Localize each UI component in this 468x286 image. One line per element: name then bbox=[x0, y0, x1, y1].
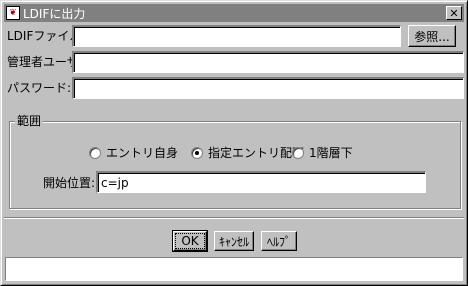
scope-group bbox=[9, 121, 461, 209]
separator bbox=[4, 217, 464, 219]
cancel-button[interactable]: ｷｬﾝｾﾙ bbox=[214, 231, 254, 251]
radio-label: 指定エントリ配下 bbox=[208, 146, 305, 160]
radio-one-level[interactable]: 1階層下 bbox=[292, 144, 353, 161]
radio-subtree[interactable]: 指定エントリ配下 bbox=[191, 144, 304, 161]
radio-label: 1階層下 bbox=[309, 146, 353, 160]
radio-circle[interactable] bbox=[89, 146, 101, 159]
title-bar[interactable]: ❦ LDIFに出力 ✕ bbox=[4, 4, 464, 22]
admin-user-input[interactable] bbox=[72, 51, 464, 73]
start-position-label: 開始位置: bbox=[42, 176, 95, 190]
help-button[interactable]: ﾍﾙﾌﾟ bbox=[261, 231, 297, 251]
start-position-input[interactable]: c=jp bbox=[96, 171, 426, 193]
admin-user-label: 管理者ユーザ: bbox=[7, 55, 83, 69]
radio-selected-dot bbox=[195, 150, 199, 155]
close-icon: ✕ bbox=[449, 6, 459, 20]
radio-circle[interactable] bbox=[292, 146, 304, 159]
radio-self-entry[interactable]: エントリ自身 bbox=[89, 144, 178, 161]
browse-button[interactable]: 参照... bbox=[408, 25, 456, 47]
ldif-file-label: LDIFファイル名: bbox=[7, 29, 98, 43]
status-bar bbox=[5, 257, 463, 281]
ok-button-label: OK bbox=[175, 233, 205, 249]
ldif-file-input[interactable] bbox=[72, 25, 401, 47]
ldif-export-dialog: ❦ LDIFに出力 ✕ LDIFファイル名: 参照... 管理者ユーザ: パスワ… bbox=[0, 0, 468, 286]
password-label: パスワード: bbox=[7, 81, 72, 95]
app-icon: ❦ bbox=[6, 6, 20, 20]
browse-button-label: 参照... bbox=[414, 29, 450, 44]
radio-circle[interactable] bbox=[191, 146, 203, 159]
help-button-label: ﾍﾙﾌﾟ bbox=[266, 234, 291, 249]
close-button[interactable]: ✕ bbox=[446, 6, 462, 20]
cancel-button-label: ｷｬﾝｾﾙ bbox=[218, 234, 249, 249]
window-title: LDIFに出力 bbox=[23, 6, 86, 21]
scope-group-label: 範囲 bbox=[15, 114, 44, 128]
radio-label: エントリ自身 bbox=[106, 146, 179, 160]
password-input[interactable] bbox=[72, 77, 464, 99]
ok-button[interactable]: OK bbox=[172, 230, 208, 252]
